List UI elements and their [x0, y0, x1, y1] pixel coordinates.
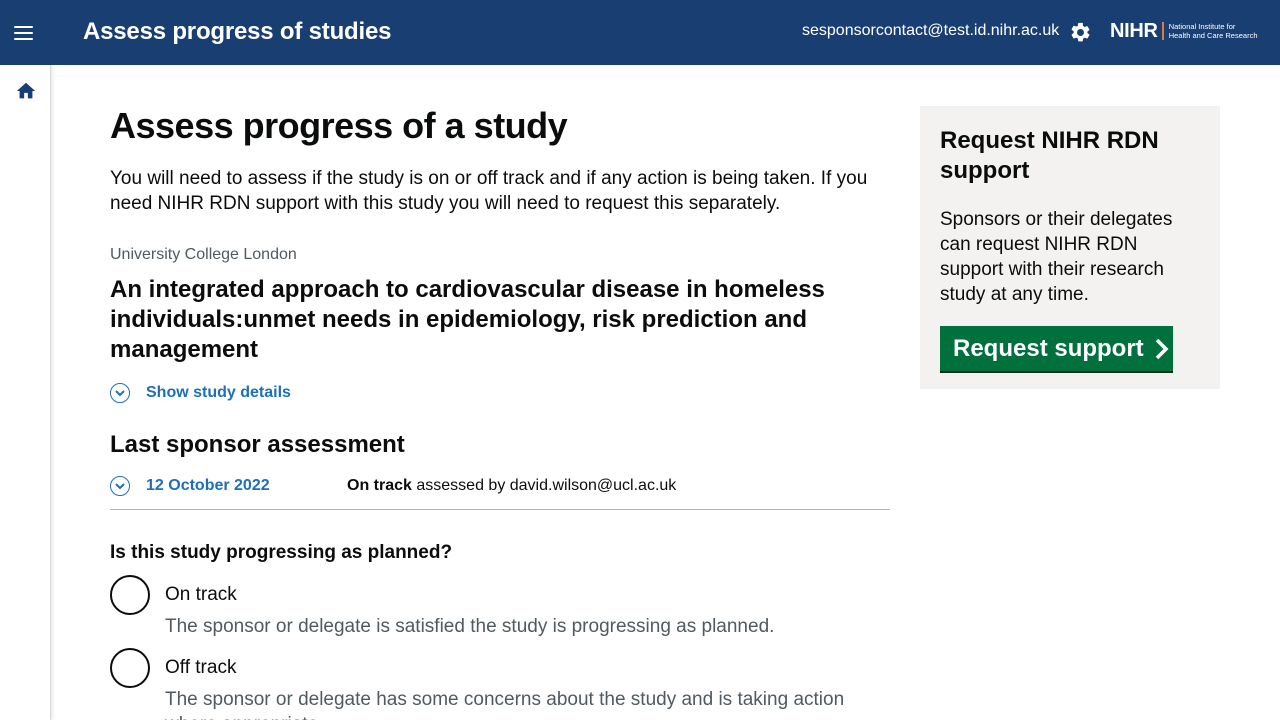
radio-label-off-track[interactable]: Off track: [165, 657, 236, 679]
radio-off-track[interactable]: [110, 648, 150, 688]
assessment-date-link[interactable]: 12 October 2022: [146, 477, 270, 495]
organisation-name: University College London: [110, 246, 297, 263]
assessment-status: On track: [347, 477, 412, 494]
assessment-status-text: On track assessed by david.wilson@ucl.ac…: [347, 477, 676, 495]
top-header: Assess progress of studies sesponsorcont…: [0, 0, 1280, 65]
radio-hint-on-track: The sponsor or delegate is satisfied the…: [165, 616, 775, 637]
request-support-button[interactable]: Request support: [940, 326, 1173, 371]
radio-label-on-track[interactable]: On track: [165, 584, 237, 606]
logo-mark: NIHR: [1110, 19, 1158, 42]
gear-icon[interactable]: [1069, 21, 1092, 44]
progress-question: Is this study progressing as planned?: [110, 542, 453, 563]
radio-hint-off-track: The sponsor or delegate has some concern…: [165, 689, 845, 720]
chevron-down-icon: [110, 476, 130, 496]
request-support-text: Sponsors or their delegates can request …: [940, 209, 1173, 305]
last-assessment-heading: Last sponsor assessment: [110, 431, 405, 458]
show-study-details-toggle[interactable]: Show study details: [110, 383, 291, 403]
home-icon[interactable]: [15, 80, 37, 102]
logo-divider: [1161, 22, 1164, 40]
page-title: Assess progress of a study: [110, 105, 568, 146]
chevron-right-icon: [1155, 338, 1169, 359]
logo-text: National Institute for Health and Care R…: [1169, 22, 1258, 40]
logo-text-line1: National Institute for: [1168, 22, 1236, 31]
chevron-down-icon: [110, 383, 130, 403]
radio-on-track[interactable]: [110, 575, 150, 615]
logo-text-line2: Health and Care Research: [1168, 31, 1258, 40]
menu-icon[interactable]: [14, 21, 40, 45]
request-support-button-label: Request support: [953, 334, 1144, 362]
request-support-panel: Request NIHR RDN support Sponsors or the…: [920, 106, 1220, 389]
nihr-logo[interactable]: NIHR National Institute for Health and C…: [1110, 19, 1266, 43]
last-assessment-row: 12 October 2022 On track assessed by dav…: [110, 476, 890, 510]
user-email: sesponsorcontact@test.id.nihr.ac.uk: [802, 22, 1060, 39]
app-title: Assess progress of studies: [83, 18, 392, 45]
study-title: An integrated approach to cardiovascular…: [110, 276, 825, 363]
request-support-heading: Request NIHR RDN support: [940, 127, 1159, 184]
show-study-details-link[interactable]: Show study details: [146, 384, 291, 402]
intro-text: You will need to assess if the study is …: [110, 168, 868, 214]
assessed-by: assessed by david.wilson@ucl.ac.uk: [416, 477, 677, 494]
assessment-details-toggle[interactable]: 12 October 2022: [110, 476, 270, 496]
side-rail: [0, 65, 51, 720]
